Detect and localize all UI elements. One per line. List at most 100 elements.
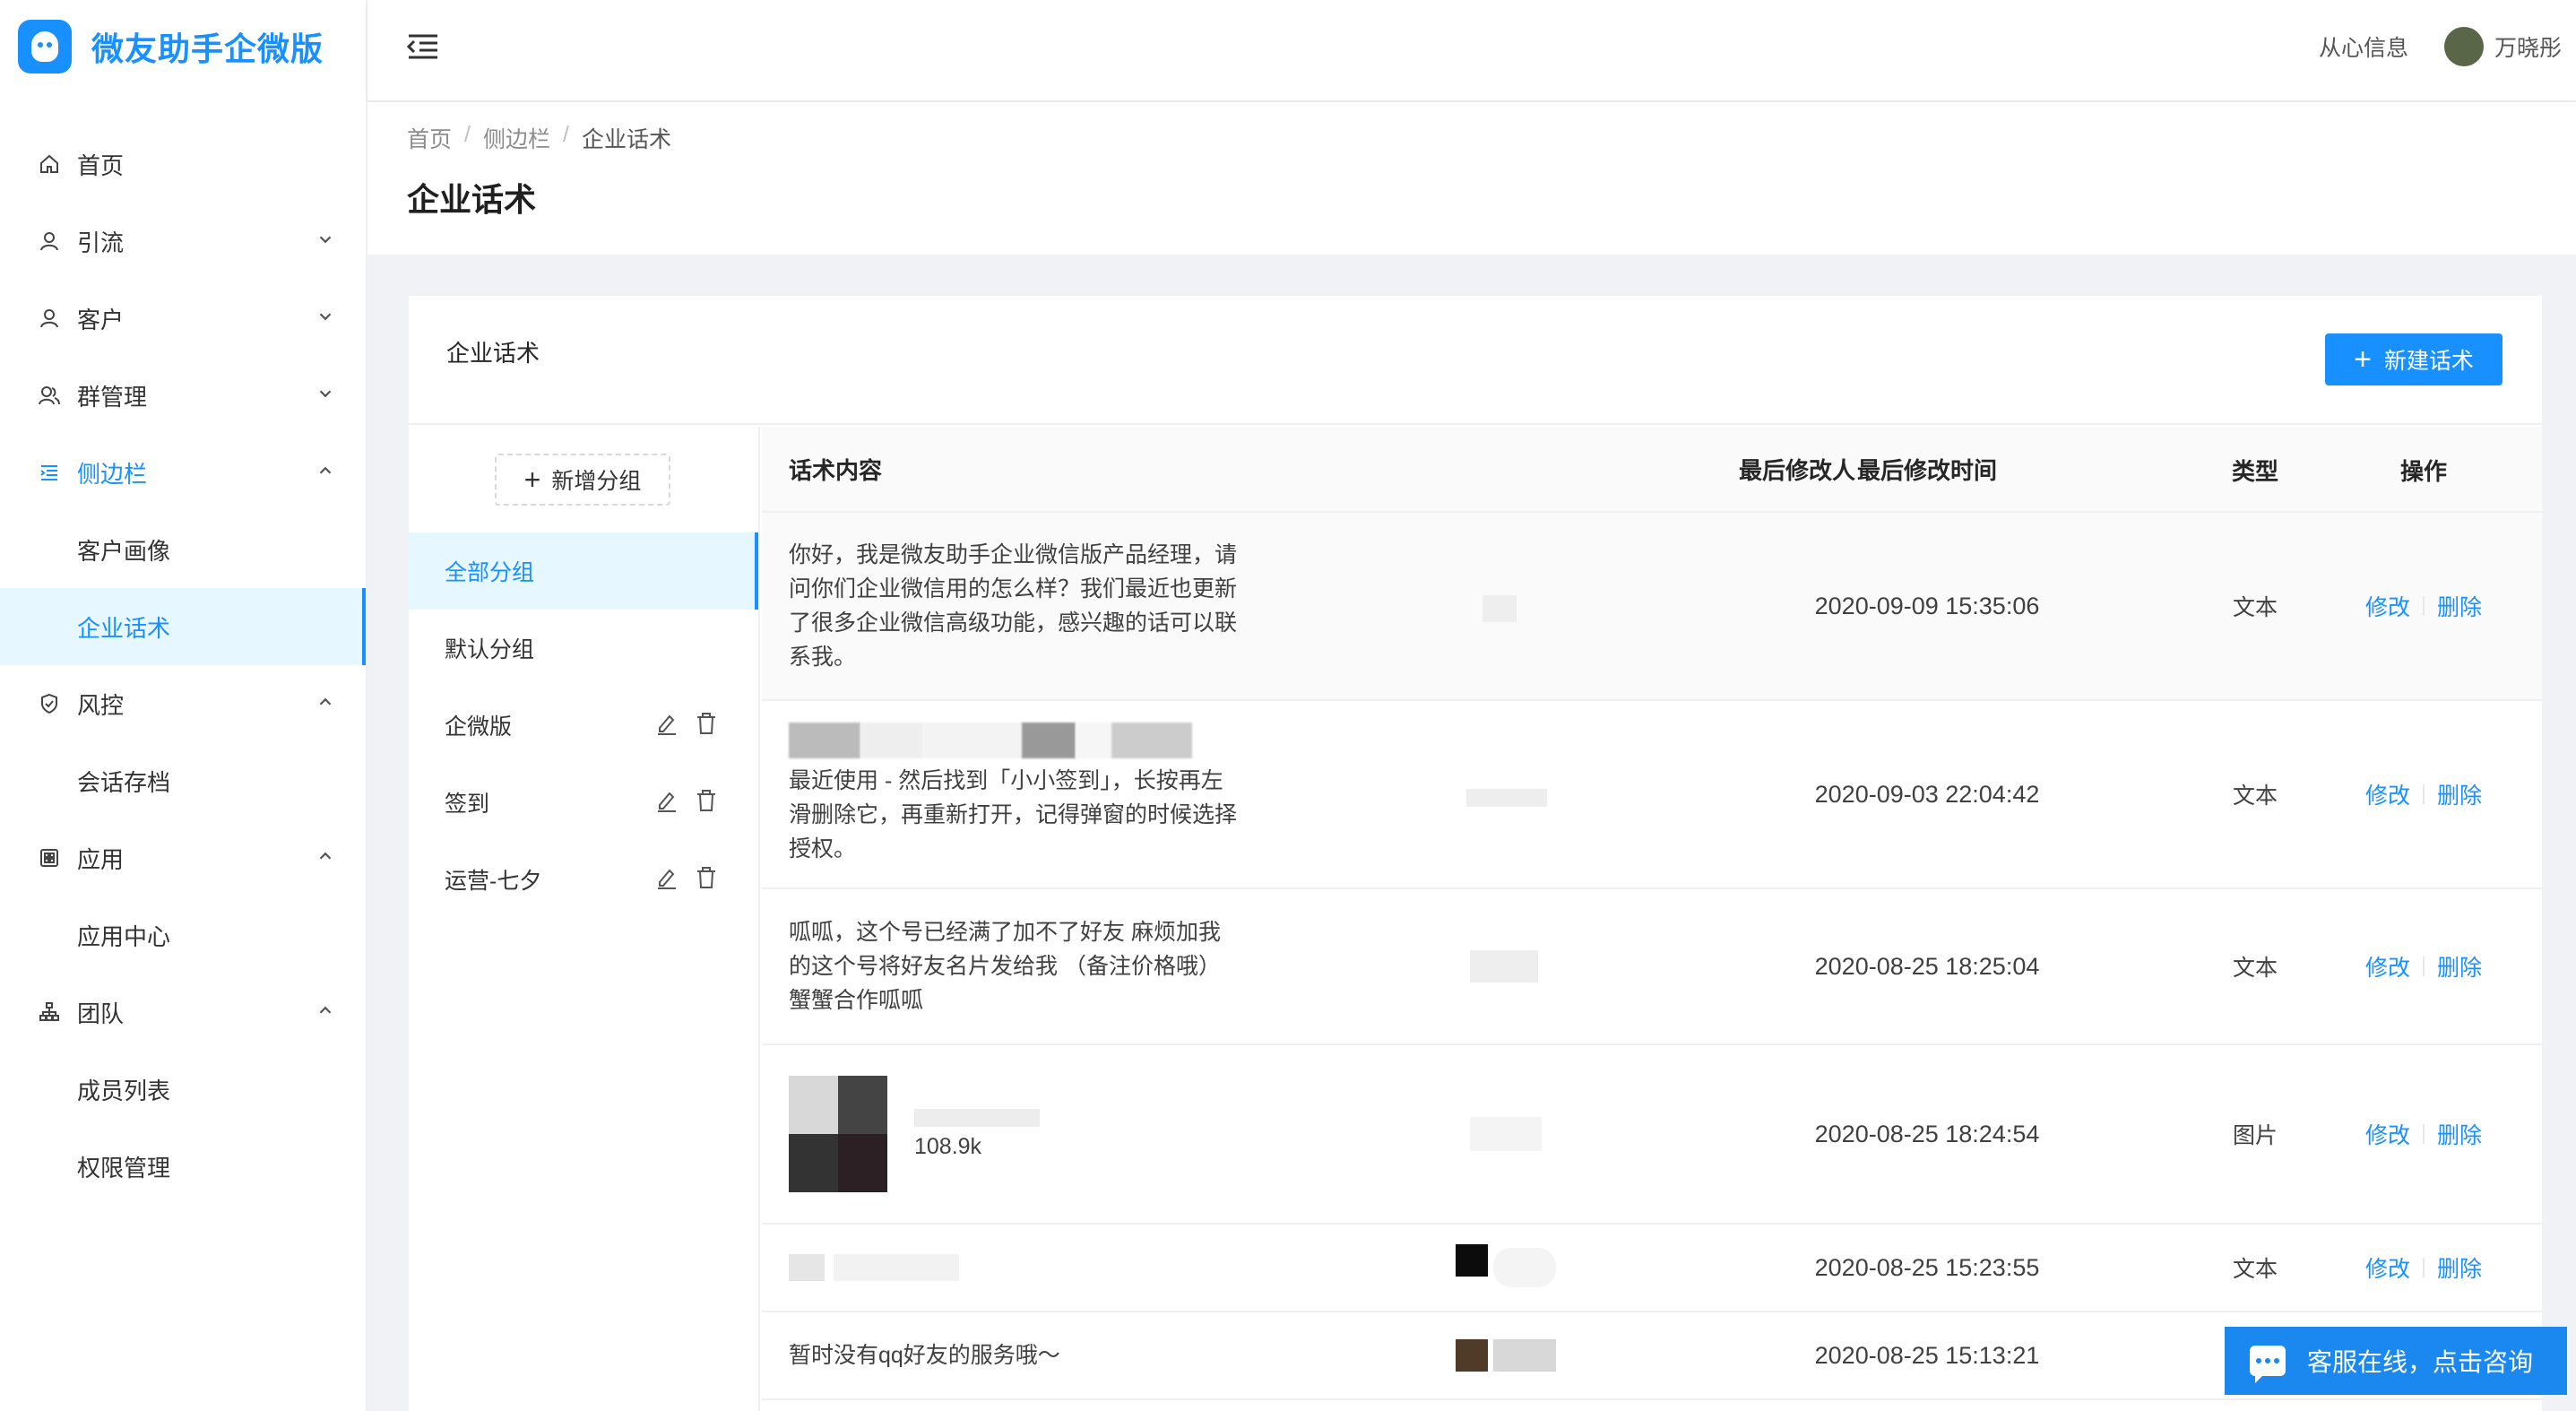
app-title: 微友助手企微版: [91, 30, 324, 67]
add-group-button[interactable]: + 新增分组: [495, 454, 670, 506]
sidebar-item-sidebar[interactable]: 侧边栏: [0, 434, 366, 511]
customer-service-chat-button[interactable]: 客服在线，点击咨询: [2225, 1327, 2567, 1395]
row-type: 文本: [2232, 1257, 2278, 1282]
blurred-content: [834, 1254, 959, 1281]
delete-link[interactable]: 删除: [2437, 1118, 2482, 1150]
col-ops-header: 操作: [2399, 457, 2447, 485]
edit-icon[interactable]: [656, 866, 678, 889]
plus-icon: +: [523, 463, 541, 496]
group-panel: + 新增分组 全部分组 默认分组 企微版 签到 运营-七夕: [409, 427, 760, 1411]
table-row[interactable]: 最近使用 - 然后找到「小小签到」，长按再左滑删除它，再重新打开，记得弹窗的时候…: [762, 701, 2542, 889]
sidebar-item-enterprise-scripts[interactable]: 企业话术: [0, 588, 366, 665]
scripts-table: 话术内容 最后修改人 类型 操作 最后修改时间 你好，我是微友助手企业微信版产品…: [762, 427, 2542, 1400]
chevron-up-icon: [319, 852, 332, 860]
modifier-avatar: [1482, 595, 1517, 622]
chevron-up-icon: [319, 466, 332, 474]
table-row[interactable]: 108.9k 2020-08-25 18:24:54 图片 修改 删除: [762, 1045, 2542, 1225]
sidebar-item-label: 侧边栏: [77, 460, 148, 488]
group-item-wecom[interactable]: 企微版: [409, 687, 758, 764]
col-time-header: 最后修改时间: [1856, 456, 1997, 484]
sidebar-item-member-list[interactable]: 成员列表: [0, 1051, 366, 1128]
row-content: 最近使用 - 然后找到「小小签到」，长按再左滑删除它，再重新打开，记得弹窗的时候…: [762, 723, 1407, 866]
card-header: 企业话术 + 新建话术: [409, 296, 2542, 425]
edit-link[interactable]: 修改: [2365, 1251, 2410, 1284]
blurred-image-strip: [789, 723, 1407, 758]
delete-icon[interactable]: [696, 712, 717, 735]
page-header: 首页 / 侧边栏 / 企业话术 企业话术: [367, 102, 2576, 255]
delete-icon[interactable]: [696, 866, 717, 889]
row-time: 2020-08-25 15:23:55: [1814, 1253, 2040, 1281]
sidebar-item-label: 客户: [77, 306, 125, 333]
sidebar-item-groups[interactable]: 群管理: [0, 357, 366, 434]
chat-bubble-icon: [2250, 1346, 2286, 1383]
delete-icon[interactable]: [696, 789, 717, 812]
row-actions: 修改 删除: [2334, 590, 2513, 622]
sidebar-item-chat-archive[interactable]: 会话存档: [0, 742, 366, 819]
row-time: 2020-09-03 22:04:42: [1814, 780, 2040, 808]
edit-link[interactable]: 修改: [2365, 950, 2410, 983]
sidebar-item-permissions[interactable]: 权限管理: [0, 1128, 366, 1205]
row-content: [762, 1254, 1407, 1281]
modifier-avatar: [1456, 1244, 1488, 1277]
breadcrumb-current: 企业话术: [581, 127, 671, 152]
sidebar-item-customers[interactable]: 客户: [0, 280, 366, 357]
app-logo[interactable]: 微友助手企微版: [18, 18, 324, 75]
table-row[interactable]: 呱呱，这个号已经满了加不了好友 麻烦加我的这个号将好友名片发给我 （备注价格哦）…: [762, 889, 2542, 1045]
breadcrumb-sidebar[interactable]: 侧边栏: [483, 122, 550, 154]
row-type: 文本: [2232, 595, 2278, 620]
image-name-blurred: [914, 1108, 1040, 1127]
row-actions: 修改 删除: [2334, 950, 2513, 983]
row-actions: 修改 删除: [2334, 1251, 2513, 1284]
table-row[interactable]: 你好，我是微友助手企业微信版产品经理，请问你们企业微信用的怎么样？我们最近也更新…: [762, 513, 2542, 701]
modifier-name-blurred: [1493, 1339, 1556, 1372]
sidebar-item-home[interactable]: 首页: [0, 126, 366, 203]
row-time: 2020-08-25 18:25:04: [1814, 952, 2040, 980]
new-script-button[interactable]: + 新建话术: [2325, 333, 2503, 385]
edit-link[interactable]: 修改: [2365, 590, 2410, 622]
edit-link[interactable]: 修改: [2365, 1118, 2410, 1150]
edit-icon[interactable]: [656, 712, 678, 735]
list-icon: [36, 459, 63, 486]
delete-link[interactable]: 删除: [2437, 778, 2482, 810]
row-type: 文本: [2232, 956, 2278, 981]
blurred-content: [789, 1254, 825, 1281]
group-item-all[interactable]: 全部分组: [409, 532, 758, 610]
add-group-label: 新增分组: [551, 469, 642, 494]
group-item-signin[interactable]: 签到: [409, 764, 758, 841]
chat-widget-label: 客服在线，点击咨询: [2307, 1348, 2534, 1376]
delete-link[interactable]: 删除: [2437, 1251, 2482, 1284]
sidebar-item-traffic[interactable]: 引流: [0, 203, 366, 280]
row-time: 2020-09-09 15:35:06: [1814, 592, 2040, 619]
row-content: 呱呱，这个号已经满了加不了好友 麻烦加我的这个号将好友名片发给我 （备注价格哦）…: [762, 915, 1407, 1017]
header-user-area: 从心信息 万晓彤: [2319, 25, 2562, 68]
scripts-card: 企业话术 + 新建话术 + 新增分组 全部分组 默认分组 企微版 签到 运营-七…: [409, 296, 2542, 1411]
chevron-down-icon: [319, 313, 332, 321]
table-row[interactable]: 2020-08-25 15:23:55 文本 修改 删除: [762, 1225, 2542, 1312]
edit-link[interactable]: 修改: [2365, 778, 2410, 810]
edit-icon[interactable]: [656, 789, 678, 812]
sidebar-item-label: 首页: [77, 151, 125, 179]
row-content: 你好，我是微友助手企业微信版产品经理，请问你们企业微信用的怎么样？我们最近也更新…: [762, 538, 1407, 674]
sidebar-item-risk[interactable]: 风控: [0, 665, 366, 742]
breadcrumb-home[interactable]: 首页: [407, 122, 452, 154]
delete-link[interactable]: 删除: [2437, 950, 2482, 983]
row-actions: 修改 删除: [2334, 1118, 2513, 1150]
sidebar-item-customer-portrait[interactable]: 客户画像: [0, 511, 366, 588]
org-name[interactable]: 从心信息: [2319, 30, 2408, 63]
sidebar-item-team[interactable]: 团队: [0, 974, 366, 1051]
modifier-avatar: [1470, 950, 1538, 983]
user-name[interactable]: 万晓彤: [2494, 30, 2562, 63]
menu-fold-icon[interactable]: [405, 29, 441, 65]
delete-link[interactable]: 删除: [2437, 590, 2482, 622]
row-content: 暂时没有qq好友的服务哦～: [762, 1338, 1407, 1372]
avatar[interactable]: [2443, 27, 2484, 66]
group-item-default[interactable]: 默认分组: [409, 610, 758, 687]
col-type-header: 类型: [2231, 457, 2278, 485]
row-content: 108.9k: [762, 1076, 1407, 1192]
divider: [2423, 1124, 2425, 1144]
sidebar-item-label: 引流: [77, 229, 125, 256]
sidebar-item-label: 团队: [77, 1000, 125, 1027]
sidebar-item-apps[interactable]: 应用: [0, 819, 366, 896]
sidebar-item-app-center[interactable]: 应用中心: [0, 896, 366, 974]
group-item-ops-qixi[interactable]: 运营-七夕: [409, 841, 758, 918]
